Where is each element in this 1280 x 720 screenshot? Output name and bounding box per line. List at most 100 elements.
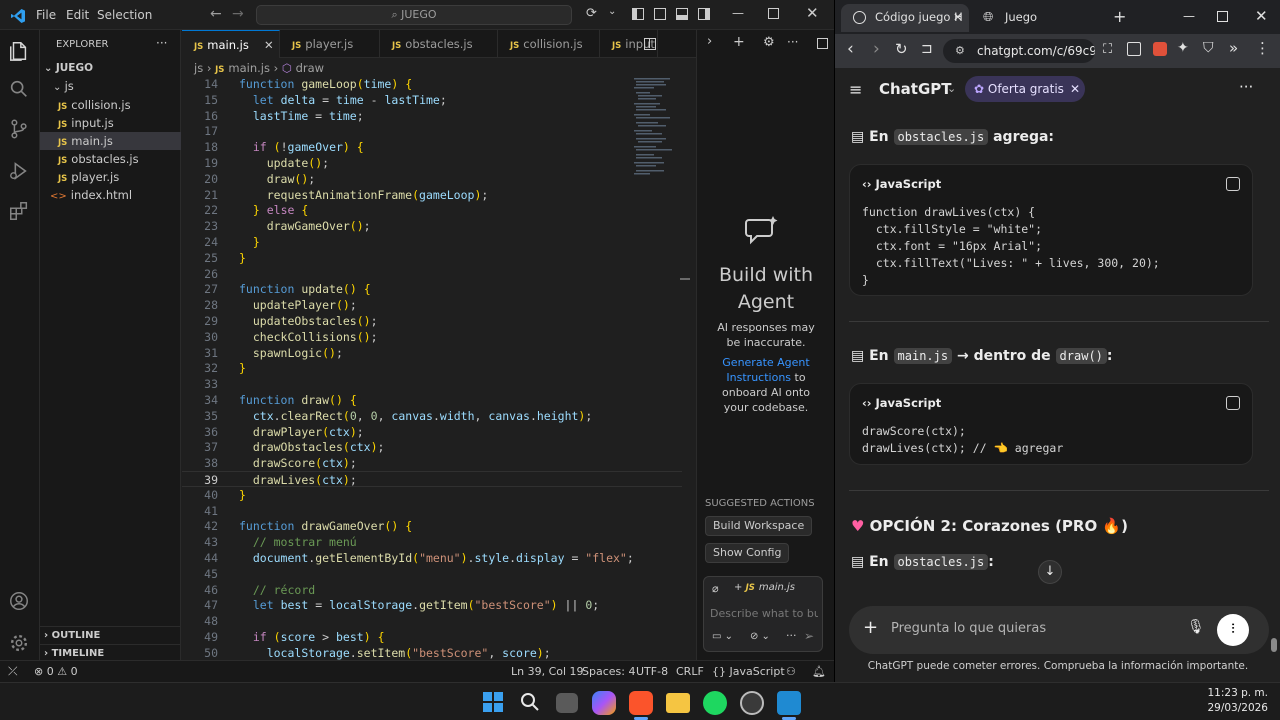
toggle-panel-icon[interactable] (676, 8, 688, 20)
more-actions-icon[interactable]: ··· (156, 36, 167, 50)
indentation[interactable]: Spaces: 4 (582, 661, 635, 682)
code-line[interactable]: 20 draw(); (182, 171, 682, 187)
back-arrow-icon[interactable]: ← (210, 6, 222, 22)
explorer-icon[interactable] (8, 40, 30, 62)
editor-scrollbar[interactable] (680, 80, 690, 660)
code-line[interactable]: 28 updatePlayer(); (182, 297, 682, 313)
notifications-bell-icon[interactable]: 🔔︎ (812, 661, 826, 682)
page-scrollbar[interactable] (1271, 638, 1277, 652)
free-offer-badge[interactable]: ✿ Oferta gratis ✕ (965, 76, 1085, 102)
send-icon[interactable]: ➢ (804, 629, 814, 643)
tree-file-obstacles[interactable]: JS obstacles.js (40, 150, 181, 168)
copy-icon[interactable] (1226, 177, 1240, 191)
copilot-icon[interactable]: ⟳ (586, 6, 597, 21)
extension-icon[interactable] (1153, 42, 1167, 56)
minimize-icon[interactable]: — (1183, 9, 1195, 23)
context-chip[interactable]: + JS main.js (734, 582, 795, 593)
code-line[interactable]: 40} (182, 487, 682, 503)
code-line[interactable]: 47 let best = localStorage.getItem("best… (182, 597, 682, 613)
outline-section[interactable]: › OUTLINE (40, 626, 181, 644)
code-line[interactable]: 14 function gameLoop(time) { (182, 78, 682, 92)
show-config-button[interactable]: Show Config (705, 543, 790, 563)
maximize-panel-icon[interactable] (817, 38, 828, 49)
code-editor[interactable]: 14 function gameLoop(time) {15 let delta … (182, 78, 696, 660)
chatgpt-model-title[interactable]: ChatGPT (879, 80, 952, 98)
forward-arrow-icon[interactable]: › (873, 39, 880, 59)
source-control-icon[interactable] (8, 118, 30, 140)
code-line[interactable]: 49 if (score > best) { (182, 629, 682, 645)
code-line[interactable]: 19 update(); (182, 155, 682, 171)
browser-tab-chatgpt[interactable]: Código juego H ✕ (841, 4, 969, 32)
windows-start-icon[interactable] (483, 692, 503, 712)
tab-main-js[interactable]: JS main.js ✕ (182, 30, 280, 58)
code-line[interactable]: 21 requestAnimationFrame(gameLoop); (182, 187, 682, 203)
tab-obstacles-js[interactable]: JS obstacles.js (380, 30, 498, 58)
more-options-icon[interactable]: ··· (1239, 78, 1253, 96)
chatgpt-app-icon[interactable] (740, 691, 764, 715)
language-mode[interactable]: {} JavaScript (712, 661, 785, 682)
code-line[interactable]: 45 (182, 566, 682, 582)
tree-file-main[interactable]: JS main.js (40, 132, 181, 150)
extensions-icon[interactable] (8, 200, 30, 222)
code-line[interactable]: 29 updateObstacles(); (182, 313, 682, 329)
gear-icon[interactable]: ⚙ (763, 35, 775, 50)
code-line[interactable]: 15 let delta = time - lastTime; (182, 92, 682, 108)
cursor-position[interactable]: Ln 39, Col 19 (511, 661, 584, 682)
close-tab-icon[interactable]: ✕ (953, 4, 963, 30)
code-line[interactable]: 30 checkCollisions(); (182, 329, 682, 345)
code-line[interactable]: 38 drawScore(ctx); (182, 455, 682, 471)
menu-file[interactable]: File (36, 8, 56, 22)
code-line[interactable]: 44 document.getElementById("menu").style… (182, 550, 682, 566)
sidebar-toggle-icon[interactable]: ≡ (849, 80, 862, 99)
vscode-taskbar-icon[interactable] (777, 691, 801, 715)
code-line[interactable]: 33 (182, 376, 682, 392)
tree-file-collision[interactable]: JS collision.js (40, 96, 181, 114)
maximize-icon[interactable] (768, 8, 779, 19)
code-line[interactable]: 37 drawObstacles(ctx); (182, 439, 682, 455)
code-line[interactable]: 17 (182, 123, 682, 139)
code-line[interactable]: 36 drawPlayer(ctx); (182, 424, 682, 440)
code-line[interactable]: 31 spawnLogic(); (182, 345, 682, 361)
file-explorer-icon[interactable] (666, 693, 690, 713)
toggle-secondary-sidebar-icon[interactable] (698, 8, 710, 20)
code-line[interactable]: 24 } (182, 234, 682, 250)
brave-browser-icon[interactable] (629, 691, 653, 715)
breadcrumb-symbol[interactable]: draw (296, 61, 324, 75)
minimap[interactable] (632, 78, 680, 188)
browser-tab-juego[interactable]: 🌐︎ Juego (971, 4, 1101, 32)
toggle-editor-icon[interactable] (654, 8, 666, 20)
copy-icon[interactable] (1226, 396, 1240, 410)
more-actions-icon[interactable]: ··· (787, 35, 798, 49)
site-info-icon[interactable]: ⚙ (955, 39, 965, 63)
tools-icon[interactable]: ⊘ ⌄ (750, 631, 770, 642)
sidebar-expand-icon[interactable]: » (1229, 39, 1238, 57)
code-line[interactable]: 39 drawLives(ctx); (182, 471, 682, 487)
menu-selection[interactable]: Selection (97, 8, 152, 22)
encoding[interactable]: UTF-8 (636, 661, 668, 682)
new-tab-icon[interactable]: + (1113, 7, 1126, 26)
code-line[interactable]: 25} (182, 250, 682, 266)
account-icon[interactable] (8, 590, 30, 612)
code-line[interactable]: 48 (182, 613, 682, 629)
code-line[interactable]: 43 // mostrar menú (182, 534, 682, 550)
copilot-status-icon[interactable]: ⚇ (786, 661, 796, 682)
line-ending[interactable]: CRLF (676, 661, 704, 682)
maximize-icon[interactable] (1217, 11, 1228, 22)
microphone-icon[interactable]: 🎙︎ (1187, 619, 1205, 635)
toggle-sidebar-icon[interactable] (632, 8, 644, 20)
system-clock[interactable]: 11:23 p. m. 29/03/2026 (1190, 686, 1268, 716)
minimize-icon[interactable]: — (732, 6, 744, 20)
copilot-icon[interactable] (592, 691, 616, 715)
code-line[interactable]: 16 lastTime = time; (182, 108, 682, 124)
code-line[interactable]: 23 drawGameOver(); (182, 218, 682, 234)
tree-file-input[interactable]: JS input.js (40, 114, 181, 132)
code-line[interactable]: 34 function draw() { (182, 392, 682, 408)
forward-arrow-icon[interactable]: → (232, 6, 244, 22)
search-icon[interactable] (520, 692, 540, 712)
build-workspace-button[interactable]: Build Workspace (705, 516, 813, 536)
task-view-icon[interactable] (556, 693, 578, 713)
more-actions-icon[interactable]: ··· (786, 629, 797, 642)
problems-indicator[interactable]: ⊗ 0 ⚠ 0 (34, 661, 78, 682)
rewards-icon[interactable]: ✦ (1177, 40, 1189, 56)
attach-icon[interactable]: ⌀ (712, 582, 719, 595)
